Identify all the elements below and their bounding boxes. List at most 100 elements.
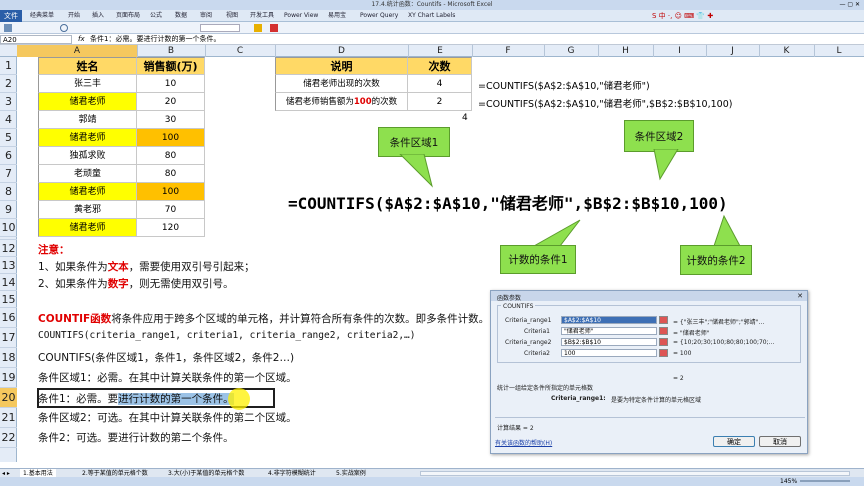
- table1-value-cell[interactable]: 10: [137, 75, 205, 93]
- arg-input[interactable]: "储君老师": [561, 327, 657, 335]
- table2-desc-cell[interactable]: 储君老师销售额为100的次数: [275, 93, 408, 111]
- formula-input[interactable]: 条件1：必需。要进行计数的第一个条件。: [90, 35, 860, 44]
- dialog-close-icon[interactable]: ✕: [797, 292, 803, 300]
- cancel-button[interactable]: 取消: [759, 436, 801, 447]
- ime-toolbar[interactable]: S 中 ·, ☺ ⌨ 👕 ✚: [652, 10, 713, 22]
- column-header-h[interactable]: H: [598, 45, 654, 57]
- row-header[interactable]: 18: [0, 348, 17, 368]
- font-color-icon[interactable]: [270, 24, 278, 32]
- table1-name-cell[interactable]: 老顽童: [38, 165, 137, 183]
- zoom-level[interactable]: 145%: [780, 477, 797, 486]
- range-picker-icon[interactable]: [659, 349, 668, 357]
- range-picker-icon[interactable]: [659, 338, 668, 346]
- table1-value-cell[interactable]: 80: [137, 165, 205, 183]
- dialog-titlebar[interactable]: 函数参数 ✕: [491, 291, 807, 302]
- row-header[interactable]: 12: [0, 240, 17, 257]
- select-all-corner[interactable]: [0, 45, 18, 57]
- table1-name-cell[interactable]: 黄老邪: [38, 201, 137, 219]
- table1-value-cell[interactable]: 100: [137, 183, 205, 201]
- menu-item-data[interactable]: 数据: [175, 10, 187, 22]
- column-header-d[interactable]: D: [275, 45, 409, 57]
- table1-header-name[interactable]: 姓名: [38, 57, 137, 75]
- stray-value-cell[interactable]: 4: [462, 113, 468, 123]
- column-header-b[interactable]: B: [137, 45, 206, 57]
- save-icon[interactable]: [4, 24, 12, 32]
- zoom-slider[interactable]: [800, 480, 850, 482]
- name-box[interactable]: A20: [0, 35, 72, 44]
- column-header-g[interactable]: G: [544, 45, 599, 57]
- menu-item-power-view[interactable]: Power View: [284, 10, 318, 22]
- table1-value-cell[interactable]: 120: [137, 219, 205, 237]
- table1-value-cell[interactable]: 80: [137, 147, 205, 165]
- column-header-c[interactable]: C: [205, 45, 276, 57]
- table2-desc-cell[interactable]: 储君老师出现的次数: [275, 75, 408, 93]
- table1-name-cell[interactable]: 储君老师: [38, 93, 137, 111]
- table1-value-cell[interactable]: 100: [137, 129, 205, 147]
- arg-input[interactable]: 100: [561, 349, 657, 357]
- row-header[interactable]: 1: [0, 57, 17, 75]
- table2-header-count[interactable]: 次数: [408, 57, 472, 75]
- table1-name-cell[interactable]: 储君老师: [38, 129, 137, 147]
- horizontal-scrollbar[interactable]: [420, 471, 850, 476]
- column-header-l[interactable]: L: [814, 45, 864, 57]
- menu-item-xy-labels[interactable]: XY Chart Labels: [408, 10, 455, 22]
- window-controls[interactable]: — ▢ ✕: [820, 1, 860, 9]
- menu-item-easy[interactable]: 易用宝: [328, 10, 346, 22]
- table1-value-cell[interactable]: 30: [137, 111, 205, 129]
- menu-item-power-query[interactable]: Power Query: [360, 10, 398, 22]
- row-header[interactable]: 15: [0, 291, 17, 308]
- row-header[interactable]: 2: [0, 75, 17, 93]
- menu-item-insert[interactable]: 插入: [92, 10, 104, 22]
- menu-item-classic[interactable]: 经典菜单: [30, 10, 54, 22]
- table1-value-cell[interactable]: 70: [137, 201, 205, 219]
- column-header-a[interactable]: A: [17, 45, 138, 57]
- range-picker-icon[interactable]: [659, 316, 668, 324]
- fx-icon[interactable]: fx: [78, 35, 85, 44]
- row-header[interactable]: 14: [0, 274, 17, 291]
- menu-item-page-layout[interactable]: 页面布局: [116, 10, 140, 22]
- row-header[interactable]: 17: [0, 328, 17, 348]
- ok-button[interactable]: 确定: [713, 436, 755, 447]
- row-header[interactable]: 5: [0, 129, 17, 147]
- row-header[interactable]: 22: [0, 428, 17, 448]
- row-header[interactable]: 9: [0, 201, 17, 219]
- font-select[interactable]: [200, 24, 240, 32]
- table1-name-cell[interactable]: 储君老师: [38, 183, 137, 201]
- undo-icon[interactable]: [60, 24, 68, 32]
- arg-input[interactable]: $A$2:$A$10: [561, 316, 657, 324]
- row-header[interactable]: 21: [0, 408, 17, 428]
- row-header[interactable]: 6: [0, 147, 17, 165]
- table1-name-cell[interactable]: 张三丰: [38, 75, 137, 93]
- column-header-k[interactable]: K: [759, 45, 815, 57]
- fill-color-icon[interactable]: [254, 24, 262, 32]
- row-header[interactable]: 10: [0, 219, 17, 237]
- menu-item-view[interactable]: 视图: [226, 10, 238, 22]
- row-header[interactable]: 19: [0, 368, 17, 388]
- help-link[interactable]: 有关该函数的帮助(H): [495, 438, 552, 447]
- table1-value-cell[interactable]: 20: [137, 93, 205, 111]
- row-header[interactable]: 7: [0, 165, 17, 183]
- column-header-i[interactable]: I: [653, 45, 707, 57]
- column-header-f[interactable]: F: [472, 45, 545, 57]
- range-picker-icon[interactable]: [659, 327, 668, 335]
- table1-name-cell[interactable]: 郭靖: [38, 111, 137, 129]
- row-header[interactable]: 16: [0, 308, 17, 328]
- menu-item-review[interactable]: 审阅: [200, 10, 212, 22]
- table1-name-cell[interactable]: 独孤求败: [38, 147, 137, 165]
- column-header-e[interactable]: E: [408, 45, 473, 57]
- column-header-j[interactable]: J: [706, 45, 760, 57]
- row-header[interactable]: 13: [0, 257, 17, 274]
- file-tab[interactable]: 文件: [0, 10, 22, 22]
- row-header[interactable]: 8: [0, 183, 17, 201]
- row-header[interactable]: 3: [0, 93, 17, 111]
- menu-item-developer[interactable]: 开发工具: [250, 10, 274, 22]
- menu-item-formulas[interactable]: 公式: [150, 10, 162, 22]
- table1-header-sales[interactable]: 销售额(万): [137, 57, 205, 75]
- table2-count-cell[interactable]: 4: [408, 75, 472, 93]
- row-header[interactable]: 20: [0, 388, 17, 408]
- table2-count-cell[interactable]: 2: [408, 93, 472, 111]
- arg-input[interactable]: $B$2:$B$10: [561, 338, 657, 346]
- menu-item-home[interactable]: 开始: [68, 10, 80, 22]
- table1-name-cell[interactable]: 储君老师: [38, 219, 137, 237]
- row-header[interactable]: 4: [0, 111, 17, 129]
